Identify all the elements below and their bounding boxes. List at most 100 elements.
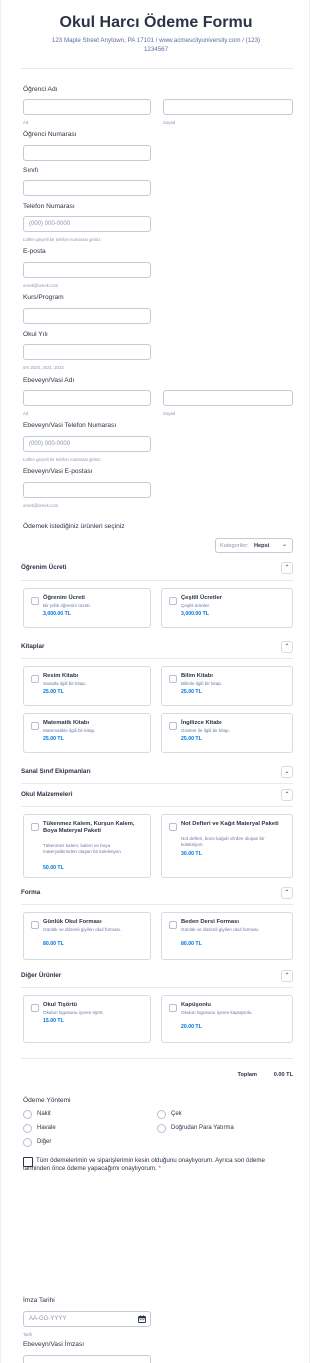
section-divider bbox=[21, 783, 293, 784]
first-name-input[interactable] bbox=[23, 99, 151, 115]
product-card-daily-uniform[interactable]: Günlük Okul Forması Günlük ve düzenli gi… bbox=[23, 912, 151, 960]
product-desc: Matematikle ilgili bir kitap. bbox=[43, 728, 96, 733]
section-divider bbox=[21, 580, 293, 581]
payment-option-label: Havale bbox=[37, 1125, 56, 1131]
calendar-icon[interactable] bbox=[138, 1315, 146, 1323]
total-value: 0.00 TL bbox=[273, 1072, 293, 1078]
product-card-tuition[interactable]: Öğrenim Ücreti Bir yıllık öğrenim ücreti… bbox=[23, 588, 151, 628]
product-desc: Okulun logosunu içeren kapüşonlu. bbox=[181, 1010, 253, 1015]
product-desc: Sanatla ilgili bir kitap. bbox=[43, 681, 87, 686]
course-input[interactable] bbox=[23, 308, 151, 324]
category-select[interactable]: Kategoriler: Hepsi ⌄ bbox=[215, 538, 293, 553]
section-virtual-header[interactable]: Sanal Sınıf Ekipmanları ⌄ bbox=[21, 766, 293, 778]
product-price: 3,000.00 TL bbox=[181, 611, 209, 617]
product-checkbox[interactable] bbox=[31, 823, 39, 831]
product-checkbox[interactable] bbox=[31, 1004, 39, 1012]
chevron-up-icon[interactable]: ⌃ bbox=[281, 641, 293, 653]
parent-email-label: Ebeveyn/Vasi E-postası bbox=[23, 468, 93, 475]
section-uniform-header[interactable]: Forma ⌃ bbox=[21, 887, 293, 899]
parent-last-name-input[interactable] bbox=[163, 390, 293, 406]
product-card-science-book[interactable]: Bilim Kitabı Bilimle ilgili bir kitap. 2… bbox=[161, 666, 293, 706]
product-card-math-book[interactable]: Matematik Kitabı Matematikle ilgili bir … bbox=[23, 713, 151, 753]
chevron-down-icon[interactable]: ⌄ bbox=[281, 766, 293, 778]
product-checkbox[interactable] bbox=[169, 823, 177, 831]
phone-help: Lütfen geçerli bir telefon numarası giri… bbox=[23, 237, 102, 242]
product-checkbox[interactable] bbox=[31, 921, 39, 929]
form-page: Okul Harcı Ödeme Formu 123 Maple Street … bbox=[0, 0, 310, 1363]
product-card-misc-fees[interactable]: Çeşitli Ücretler Çeşitli ürünler. 3,000.… bbox=[161, 588, 293, 628]
signature-date-input[interactable]: AA-GG-YYYY bbox=[23, 1311, 151, 1327]
product-desc: Bir yıllık öğrenim ücreti. bbox=[43, 603, 91, 608]
product-desc: Bilimle ilgili bir kitap. bbox=[181, 681, 223, 686]
school-year-input[interactable] bbox=[23, 344, 151, 360]
payment-option-transfer[interactable]: Havale bbox=[23, 1124, 143, 1134]
parent-phone-input[interactable]: (000) 000-0000 bbox=[23, 436, 151, 452]
student-number-input[interactable] bbox=[23, 145, 151, 161]
product-name: İngilizce Kitabı bbox=[181, 720, 222, 726]
product-card-notebook-pack[interactable]: Not Defteri ve Kağıt Materyal Paketi Not… bbox=[161, 814, 293, 878]
payment-option-other[interactable]: Diğer bbox=[23, 1138, 143, 1148]
radio-button[interactable] bbox=[23, 1110, 32, 1119]
product-name: Beden Dersi Forması bbox=[181, 919, 239, 925]
section-tuition-header[interactable]: Öğrenim Ücreti ⌃ bbox=[21, 562, 293, 574]
product-checkbox[interactable] bbox=[31, 722, 39, 730]
product-card-pe-uniform[interactable]: Beden Dersi Forması Günlük ve düzenli gi… bbox=[161, 912, 293, 960]
form-subtitle: 123 Maple Street Anytown, PA 17101 / www… bbox=[31, 36, 281, 54]
product-price: 30.00 TL bbox=[181, 851, 202, 857]
product-checkbox[interactable] bbox=[169, 722, 177, 730]
section-divider bbox=[21, 806, 293, 807]
student-number-label: Öğrenci Numarası bbox=[23, 131, 77, 138]
payment-option-cash[interactable]: Nakit bbox=[23, 1110, 143, 1120]
phone-input[interactable]: (000) 000-0000 bbox=[23, 216, 151, 232]
product-checkbox[interactable] bbox=[31, 675, 39, 683]
product-card-hoodie[interactable]: Kapüşonlu Okulun logosunu içeren kapüşon… bbox=[161, 995, 293, 1043]
confirm-text: Tüm ödemelerimin ve siparişlerimin kesin… bbox=[23, 1157, 285, 1173]
product-name: Çeşitli Ücretler bbox=[181, 595, 222, 601]
product-price: 80.00 TL bbox=[181, 941, 202, 947]
last-name-sublabel: Soyad bbox=[163, 120, 176, 125]
product-price: 3,000.00 TL bbox=[43, 611, 71, 617]
form-title: Okul Harcı Ödeme Formu bbox=[59, 14, 253, 31]
product-price: 15.00 TL bbox=[43, 1018, 64, 1024]
chevron-up-icon[interactable]: ⌃ bbox=[281, 970, 293, 982]
product-checkbox[interactable] bbox=[169, 597, 177, 605]
radio-button[interactable] bbox=[157, 1124, 166, 1133]
section-supplies-header[interactable]: Okul Malzemeleri ⌃ bbox=[21, 789, 293, 801]
product-name: Not Defteri ve Kağıt Materyal Paketi bbox=[181, 821, 279, 827]
chevron-up-icon[interactable]: ⌃ bbox=[281, 789, 293, 801]
product-card-art-book[interactable]: Resim Kitabı Sanatla ilgili bir kitap. 2… bbox=[23, 666, 151, 706]
parent-first-name-input[interactable] bbox=[23, 390, 151, 406]
last-name-input[interactable] bbox=[163, 99, 293, 115]
parent-email-input[interactable] bbox=[23, 482, 151, 498]
chevron-down-icon: ⌄ bbox=[281, 542, 287, 548]
email-input[interactable] bbox=[23, 262, 151, 278]
product-price: 80.00 TL bbox=[43, 941, 64, 947]
product-card-english-book[interactable]: İngilizce Kitabı Gramer ile ilgili bir k… bbox=[161, 713, 293, 753]
product-checkbox[interactable] bbox=[169, 921, 177, 929]
student-name-label: Öğrenci Adı bbox=[23, 86, 58, 93]
section-other-header[interactable]: Diğer Ürünler ⌃ bbox=[21, 970, 293, 982]
radio-button[interactable] bbox=[23, 1138, 32, 1147]
product-checkbox[interactable] bbox=[31, 597, 39, 605]
product-name: Günlük Okul Forması bbox=[43, 919, 102, 925]
product-checkbox[interactable] bbox=[169, 675, 177, 683]
phone-label: Telefon Numarası bbox=[23, 203, 75, 210]
signature-pad[interactable] bbox=[23, 1355, 151, 1363]
chevron-up-icon[interactable]: ⌃ bbox=[281, 887, 293, 899]
parent-phone-placeholder: (000) 000-0000 bbox=[29, 441, 71, 447]
class-input[interactable] bbox=[23, 180, 151, 196]
radio-button[interactable] bbox=[157, 1110, 166, 1119]
payment-option-direct-deposit[interactable]: Doğrudan Para Yatırma bbox=[157, 1124, 291, 1134]
product-card-tshirt[interactable]: Okul Tişörtü Okulun logosunu içeren tişö… bbox=[23, 995, 151, 1043]
radio-button[interactable] bbox=[23, 1124, 32, 1133]
chevron-up-icon[interactable]: ⌃ bbox=[281, 562, 293, 574]
parent-phone-help: Lütfen geçerli bir telefon numarası giri… bbox=[23, 457, 102, 462]
product-card-pen-pack[interactable]: Tükenmez Kalem, Kurşun Kalem, Boya Mater… bbox=[23, 814, 151, 878]
section-books-header[interactable]: Kitaplar ⌃ bbox=[21, 641, 293, 653]
payment-option-label: Nakit bbox=[37, 1111, 51, 1117]
section-divider bbox=[21, 904, 293, 905]
product-name: Kapüşonlu bbox=[181, 1002, 211, 1008]
product-checkbox[interactable] bbox=[169, 1004, 177, 1012]
payment-label: Ödeme Yöntemi bbox=[23, 1097, 71, 1104]
payment-option-check[interactable]: Çek bbox=[157, 1110, 277, 1120]
